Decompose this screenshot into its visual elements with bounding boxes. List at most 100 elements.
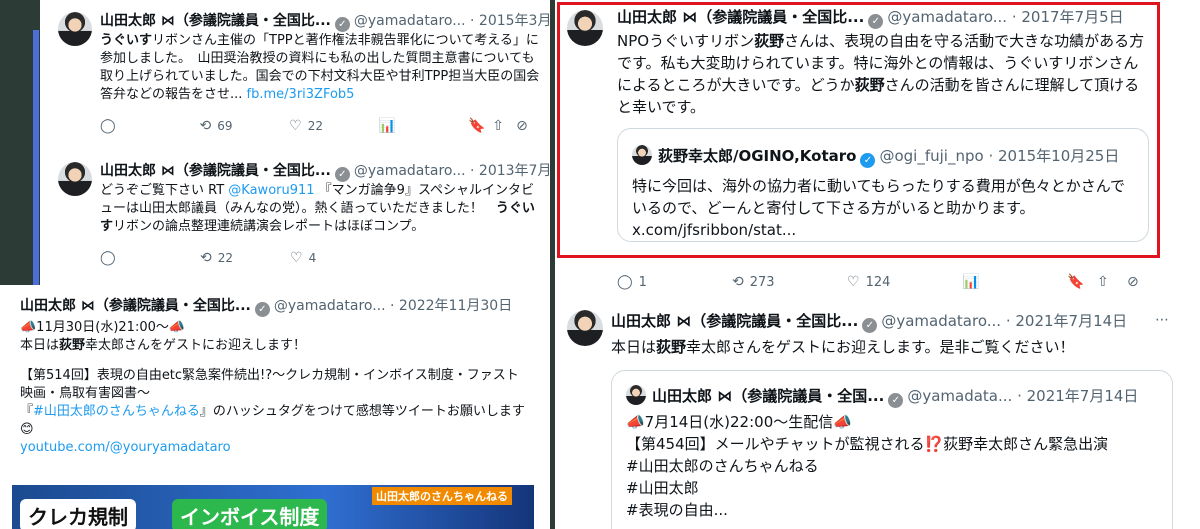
share-button[interactable]: ⇧ bbox=[492, 118, 516, 134]
share-button[interactable]: ⇧ bbox=[1097, 274, 1127, 290]
verified-icon: ✓ bbox=[868, 14, 884, 29]
reply-count: 1 bbox=[638, 274, 647, 290]
author-handle[interactable]: @yamadataro... bbox=[887, 8, 1007, 26]
quote-date[interactable]: · 2021年7月14日 bbox=[1017, 387, 1138, 405]
reply-button[interactable]: ◯ bbox=[100, 118, 200, 134]
quote-author-handle[interactable]: @ogi_fuji_npo bbox=[879, 147, 983, 165]
panel-right: 山田太郎 ⋈（参議院議員・全国比... ✓ @yamadataro... · 201… bbox=[555, 0, 1200, 529]
author-name[interactable]: 山田太郎 ⋈（参議院議員・全国比... bbox=[100, 13, 331, 29]
like-button[interactable]: ♡ 4 bbox=[290, 250, 380, 266]
retweet-icon: ⟲ bbox=[200, 250, 212, 266]
tweet-2017[interactable]: 山田太郎 ⋈（参議院議員・全国比... ✓ @yamadataro... · 201… bbox=[555, 0, 1200, 300]
avatar[interactable] bbox=[567, 310, 603, 346]
tweet-2013[interactable]: 山田太郎 ⋈（参議院議員・全国比... ✓ @yamadataro... · 201… bbox=[40, 150, 550, 280]
quote-author-name[interactable]: 荻野幸太郎/OGINO,Kotaro bbox=[658, 147, 856, 165]
retweet-button[interactable]: ⟲ 22 bbox=[200, 250, 290, 266]
author-name[interactable]: 山田太郎 ⋈（参議院議員・全国比... bbox=[611, 312, 858, 330]
verified-icon: ✓ bbox=[254, 302, 270, 317]
tweet-text: どうぞご覧下さい RT bbox=[100, 183, 229, 198]
verified-icon: ✓ bbox=[334, 167, 350, 182]
thumbnail-channel: 山田太郎のさんちゃんねる bbox=[372, 487, 512, 505]
quote-text: 特に今回は、海外の協力者に動いてもらったりする費用が色々とかさんでいるので、どー… bbox=[632, 177, 1126, 217]
tweet-date[interactable]: · 2022年11月30日 bbox=[390, 298, 512, 314]
quote-avatar bbox=[632, 145, 652, 165]
retweet-count: 22 bbox=[217, 251, 234, 265]
author-name[interactable]: 山田太郎 ⋈（参議院議員・全国比... bbox=[617, 8, 864, 26]
author-name[interactable]: 山田太郎 ⋈（参議院議員・全国比... bbox=[20, 298, 251, 314]
quote-line: 📣7月14日(水)22:00〜生配信📣 bbox=[626, 413, 852, 431]
author-name[interactable]: 山田太郎 ⋈（参議院議員・全国比... bbox=[100, 163, 331, 179]
quote-author-handle[interactable]: @yamadata... bbox=[907, 387, 1012, 405]
views-button[interactable]: 📊 bbox=[962, 274, 1067, 290]
heart-icon: ♡ bbox=[847, 274, 860, 290]
highlight-word: 荻野 bbox=[59, 338, 86, 353]
quote-hashtag: #表現の自由... bbox=[626, 501, 728, 519]
verified-icon: ✓ bbox=[860, 153, 876, 168]
block-icon: ⊘ bbox=[516, 118, 528, 134]
block-icon: ⊘ bbox=[1127, 274, 1139, 290]
reply-icon: ◯ bbox=[100, 118, 116, 134]
tweet-date[interactable]: · 2021年7月14日 bbox=[1006, 312, 1127, 330]
like-button[interactable]: ♡ 22 bbox=[289, 118, 379, 134]
quote-link[interactable]: x.com/jfsribbon/stat... bbox=[632, 219, 1132, 241]
tweet-date[interactable]: · 2013年7月31日 bbox=[470, 163, 550, 179]
mention-link[interactable]: @Kaworu911 bbox=[228, 183, 314, 198]
bookmark-button[interactable]: 🔖 bbox=[1067, 274, 1097, 290]
like-button[interactable]: ♡ 124 bbox=[847, 274, 962, 290]
views-icon: 📊 bbox=[962, 274, 980, 290]
thumbnail-caption: クレカ規制 bbox=[20, 499, 136, 529]
author-handle[interactable]: @yamadataro... bbox=[354, 163, 466, 179]
quoted-tweet[interactable]: 荻野幸太郎/OGINO,Kotaro ✓ @ogi_fuji_npo · 2015年… bbox=[617, 128, 1149, 242]
tweet-link[interactable]: youtube.com/@youryamadataro bbox=[20, 439, 530, 457]
avatar[interactable] bbox=[58, 12, 92, 46]
retweet-count: 69 bbox=[217, 119, 233, 133]
tweet-text: リボンの論点整理連続講演会レポートはほぼコンプ。 bbox=[113, 219, 425, 234]
tweet-2015[interactable]: 山田太郎 ⋈（参議院議員・全国比... ✓ @yamadataro... · 201… bbox=[40, 0, 550, 140]
retweet-icon: ⟲ bbox=[732, 274, 744, 290]
tweet-text: NPOうぐいすリボン bbox=[617, 32, 755, 50]
bookmark-button[interactable]: 🔖 bbox=[468, 118, 492, 134]
block-button[interactable]: ⊘ bbox=[516, 118, 540, 134]
reply-icon: ◯ bbox=[617, 274, 633, 290]
tweet-date[interactable]: · 2015年3月9日 bbox=[470, 13, 550, 29]
hashtag-link[interactable]: #山田太郎のさんちゃんねる bbox=[33, 404, 200, 419]
quote-date[interactable]: · 2015年10月25日 bbox=[988, 147, 1119, 165]
quote-author-name[interactable]: 山田太郎 ⋈（参議院議員・全国... bbox=[652, 387, 884, 405]
views-button[interactable]: 📊 bbox=[379, 118, 469, 134]
highlight-word: うぐいす bbox=[100, 33, 153, 48]
retweet-button[interactable]: ⟲ 69 bbox=[200, 118, 290, 134]
quote-text: 荻野幸太郎さん緊急出演 bbox=[943, 435, 1109, 453]
quote-avatar bbox=[626, 385, 646, 405]
author-handle[interactable]: @yamadataro... bbox=[881, 312, 1001, 330]
avatar[interactable] bbox=[567, 10, 603, 46]
like-count: 22 bbox=[307, 119, 323, 133]
tweet-2021[interactable]: 山田太郎 ⋈（参議院議員・全国比... ✓ @yamadataro... · 202… bbox=[555, 300, 1200, 529]
avatar[interactable] bbox=[58, 162, 92, 196]
exclamation-question-icon: ⁉️ bbox=[924, 435, 944, 453]
author-handle[interactable]: @yamadataro... bbox=[354, 13, 466, 29]
tweet-date[interactable]: · 2017年7月5日 bbox=[1012, 8, 1124, 26]
heart-icon: ♡ bbox=[290, 250, 303, 266]
quoted-tweet[interactable]: 山田太郎 ⋈（参議院議員・全国... ✓ @yamadata... · 2021年7… bbox=[611, 370, 1173, 529]
more-icon[interactable]: ⋯ bbox=[1155, 312, 1169, 328]
share-icon: ⇧ bbox=[1097, 274, 1109, 290]
tweet-line: 📣11月30日(水)21:00〜📣 bbox=[20, 320, 186, 335]
retweet-button[interactable]: ⟲ 273 bbox=[732, 274, 847, 290]
reply-button[interactable]: ◯ 1 bbox=[617, 274, 732, 290]
tweet-text: 幸太郎さんをゲストにお迎えします！ bbox=[85, 338, 307, 353]
tweet-text: 本日は bbox=[611, 338, 657, 356]
tweet-2022[interactable]: 山田太郎 ⋈（参議院議員・全国比... ✓ @yamadataro... · 202… bbox=[0, 285, 550, 529]
share-icon: ⇧ bbox=[492, 118, 504, 134]
verified-icon: ✓ bbox=[334, 17, 350, 32]
reply-icon: ◯ bbox=[100, 250, 116, 266]
panel-bottom-left: 山田太郎 ⋈（参議院議員・全国比... ✓ @yamadataro... · 202… bbox=[0, 285, 550, 529]
highlight-word: 荻野 bbox=[854, 76, 885, 94]
quote-hashtag: #山田太郎のさんちゃんねる bbox=[626, 457, 819, 475]
tweet-link[interactable]: fb.me/3ri3ZFob5 bbox=[247, 87, 355, 102]
video-thumbnail[interactable]: クレカ規制 インボイス制度 山田太郎のさんちゃんねる bbox=[12, 485, 534, 529]
author-handle[interactable]: @yamadataro... bbox=[274, 298, 386, 314]
bookmark-icon: 🔖 bbox=[1067, 274, 1085, 290]
block-button[interactable]: ⊘ bbox=[1127, 274, 1157, 290]
tweet-text: 幸太郎さんをゲストにお迎えします。是非ご覧ください！ bbox=[686, 338, 1075, 356]
reply-button[interactable]: ◯ bbox=[100, 250, 200, 266]
